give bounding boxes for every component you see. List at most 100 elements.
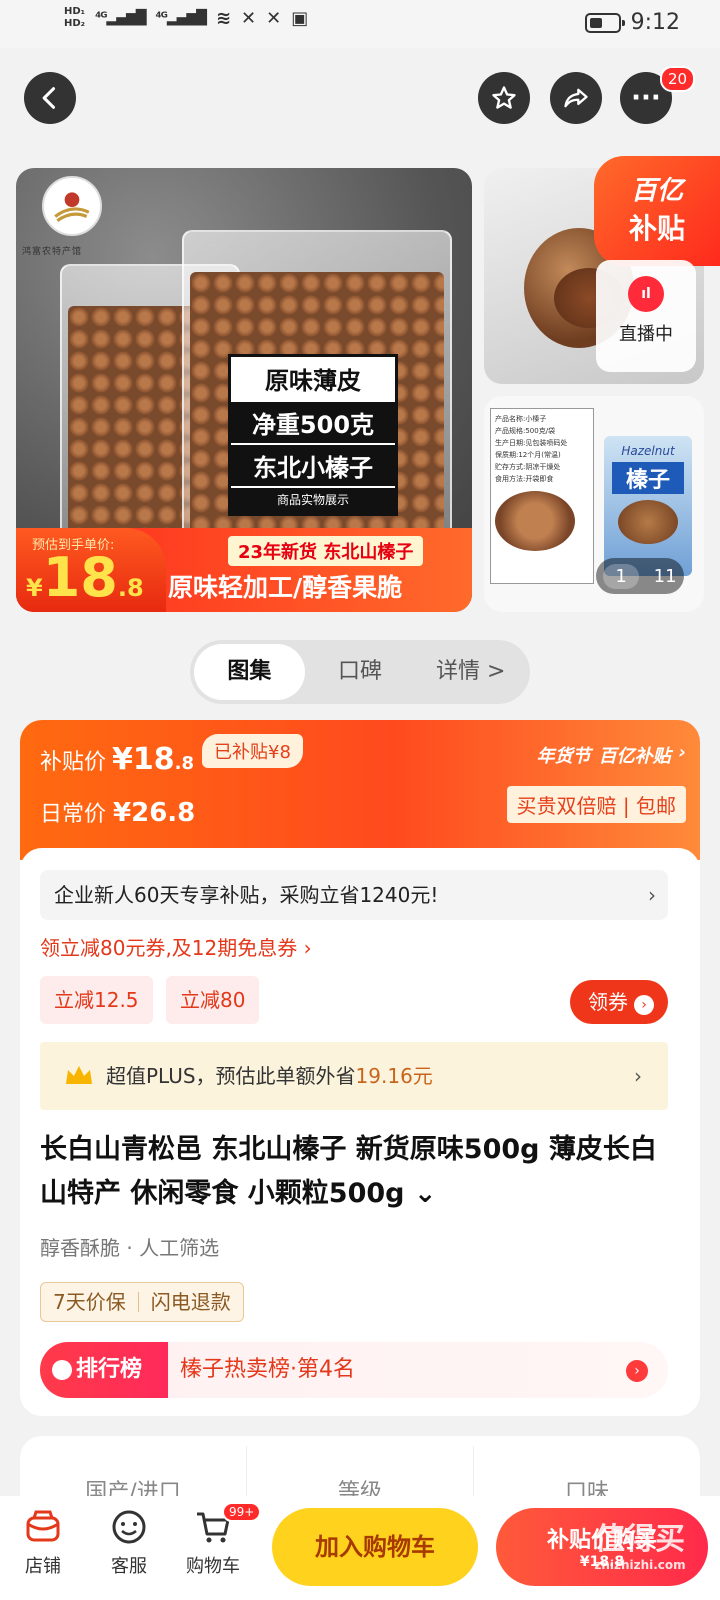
battery-icon	[584, 12, 625, 33]
watermark: 值得买 zhizhizhi.com	[560, 1514, 720, 1572]
store-label: 店铺	[25, 1556, 61, 1577]
plus-save-amount: 19.16元	[355, 1064, 433, 1088]
billion-subsidy-link: 百亿补贴	[598, 746, 671, 767]
ranking-tag: 排行榜	[40, 1342, 168, 1398]
new-year-festival-tag: 年货节	[536, 746, 591, 767]
subsidy-tag-bottom: 补贴	[628, 212, 685, 245]
share-button[interactable]	[550, 72, 602, 124]
chevron-right-icon: ›	[648, 883, 656, 907]
promo-section: 企业新人60天专享补贴，采购立省1240元! › 领立减80元券,及12期免息券…	[20, 848, 700, 1416]
tab-gallery[interactable]: 图集	[194, 644, 305, 700]
chevron-right-icon: ›	[634, 995, 654, 1015]
service-guarantees[interactable]: 7天价保 闪电退款	[40, 1282, 244, 1322]
fast-refund-tag: 闪电退款	[150, 1290, 231, 1314]
pager-current: 1	[603, 563, 639, 589]
package-brand: Hazelnut	[621, 444, 675, 458]
nut-image	[495, 491, 575, 551]
spec-line: 产品名称:小榛子	[495, 415, 547, 423]
ranking-text: 榛子热卖榜·第4名	[180, 1357, 355, 1382]
watermark-text: 值得买	[595, 1522, 685, 1557]
already-subsidized-badge: 已补贴¥8	[202, 734, 303, 768]
price-header: 补贴价 ¥18.8 已补贴¥8 日常价 ¥26.8 年货节 百亿补贴 › 买贵双…	[20, 720, 700, 860]
estimated-price-tag: 预估到手单价: ¥18.8	[16, 528, 166, 612]
tab-details[interactable]: 详情 >	[415, 644, 526, 700]
label-line: 原味薄皮	[265, 367, 361, 395]
billion-subsidy-tag: 百亿 补贴	[594, 156, 720, 266]
get-coupon-button[interactable]: 领券 ›	[570, 980, 668, 1024]
daily-price-value: ¥26.8	[113, 798, 196, 828]
discount-chip[interactable]: 立减12.5	[40, 976, 153, 1024]
content-tabs: 图集 口碑 详情 >	[190, 640, 530, 704]
live-label: 直播中	[619, 324, 673, 345]
subsidy-price: 补贴价 ¥18.8	[40, 742, 194, 777]
enterprise-promo-text: 企业新人60天专享补贴，采购立省1240元!	[54, 883, 439, 907]
status-bar: HD₁ HD₂ ⁴ᴳ▂▄▆█ ⁴ᴳ▂▄▆█ ≋ ✕ ✕ ▣ 9:12	[0, 0, 720, 48]
label-line: 东北小榛子	[231, 443, 395, 486]
gallery-pager: 1 11	[596, 558, 684, 594]
chevron-right-icon: ›	[678, 742, 686, 763]
cart-label: 购物车	[186, 1556, 240, 1577]
ranking-bar[interactable]: 排行榜 榛子热卖榜·第4名 ›	[40, 1342, 668, 1398]
service-label: 客服	[111, 1556, 147, 1577]
chevron-right-icon: ›	[634, 1064, 642, 1088]
medal-icon	[52, 1360, 72, 1380]
product-label-card: 原味薄皮 净重500克 东北小榛子 商品实物展示	[228, 354, 398, 516]
package-name: 榛子	[612, 462, 684, 494]
enterprise-promo[interactable]: 企业新人60天专享补贴，采购立省1240元! ›	[40, 870, 668, 920]
daily-price-label: 日常价	[40, 802, 107, 827]
store-icon	[26, 1510, 60, 1542]
product-tags: 醇香酥脆 · 人工筛选	[40, 1236, 220, 1260]
status-icons-left: HD₁ HD₂ ⁴ᴳ▂▄▆█ ⁴ᴳ▂▄▆█ ≋ ✕ ✕ ▣	[64, 6, 308, 30]
hd-icon: HD₁ HD₂	[64, 6, 86, 29]
estimate-price: ¥18.8	[26, 546, 144, 609]
gift-icon: ▣	[291, 7, 309, 29]
product-info-card: 补贴价 ¥18.8 已补贴¥8 日常价 ¥26.8 年货节 百亿补贴 › 买贵双…	[20, 720, 700, 1416]
ribbon-bottom-text: 原味轻加工/醇香果脆	[168, 573, 403, 602]
package-image: Hazelnut 榛子	[604, 436, 692, 576]
cart-count-badge: 99+	[222, 1502, 262, 1522]
live-bars-icon: ıl	[628, 276, 664, 312]
star-icon	[492, 86, 516, 109]
sunrise-logo-icon	[54, 192, 90, 223]
nut-image	[618, 500, 678, 544]
back-button[interactable]	[24, 72, 76, 124]
image-gallery[interactable]: 鸿富农特产馆 原味薄皮 净重500克 东北小榛子 商品实物展示 23年新货 东北…	[0, 156, 720, 624]
spec-line: 食用方法:开袋即食	[495, 475, 554, 483]
spec-line: 保质期:12个月(常温)	[495, 451, 561, 459]
muted-icon: ✕	[241, 7, 257, 29]
subsidy-tag-top: 百亿	[630, 176, 683, 206]
brand-tags[interactable]: 年货节 百亿补贴 ›	[537, 742, 686, 768]
discount-chip[interactable]: 立减80	[166, 976, 260, 1024]
main-product-image[interactable]: 鸿富农特产馆 原味薄皮 净重500克 东北小榛子 商品实物展示 23年新货 东北…	[16, 168, 472, 612]
crown-icon	[66, 1066, 92, 1084]
spec-line: 产品规格:500克/袋	[495, 427, 556, 435]
favorite-button[interactable]	[478, 72, 530, 124]
customer-service-button[interactable]: 客服	[96, 1508, 162, 1578]
status-icons-right: 9:12	[584, 10, 680, 35]
subsidy-price-value: ¥18.8	[112, 742, 195, 777]
coupon-line[interactable]: 领立减80元券,及12期免息券 ›	[40, 932, 312, 961]
label-line: 净重500克	[231, 400, 395, 443]
store-button[interactable]: 店铺	[10, 1508, 76, 1578]
spec-line: 生产日期:见包装喷码处	[495, 439, 568, 447]
share-icon	[564, 88, 588, 108]
plus-text: 超值PLUS，预估此单额外省	[106, 1064, 356, 1088]
notification-badge: 20	[660, 66, 696, 92]
pager-total: 11	[653, 565, 677, 587]
chevron-left-icon	[42, 87, 56, 109]
live-stream-button[interactable]: ıl 直播中	[596, 260, 696, 372]
store-logo-caption: 鸿富农特产馆	[22, 247, 83, 257]
clock: 9:12	[630, 10, 680, 35]
subsidy-price-label: 补贴价	[40, 750, 107, 775]
add-to-cart-button[interactable]: 加入购物车	[272, 1508, 478, 1586]
cart-button[interactable]: 购物车 99+	[180, 1502, 262, 1578]
notification-icon: ✕	[266, 7, 282, 29]
store-logo	[42, 176, 102, 236]
product-title[interactable]: 长白山青松邑 东北山榛子 新货原味500g 薄皮长白山特产 休闲零食 小颗粒50…	[40, 1128, 680, 1216]
signal-icon-2: ⁴ᴳ▂▄▆█	[155, 10, 207, 26]
plus-membership-banner[interactable]: 超值PLUS，预估此单额外省19.16元 ›	[40, 1042, 668, 1110]
label-line: 商品实物展示	[231, 486, 395, 513]
chat-face-icon	[112, 1510, 146, 1544]
tab-reviews[interactable]: 口碑	[305, 644, 416, 700]
signal-icon: ⁴ᴳ▂▄▆█	[95, 10, 146, 26]
